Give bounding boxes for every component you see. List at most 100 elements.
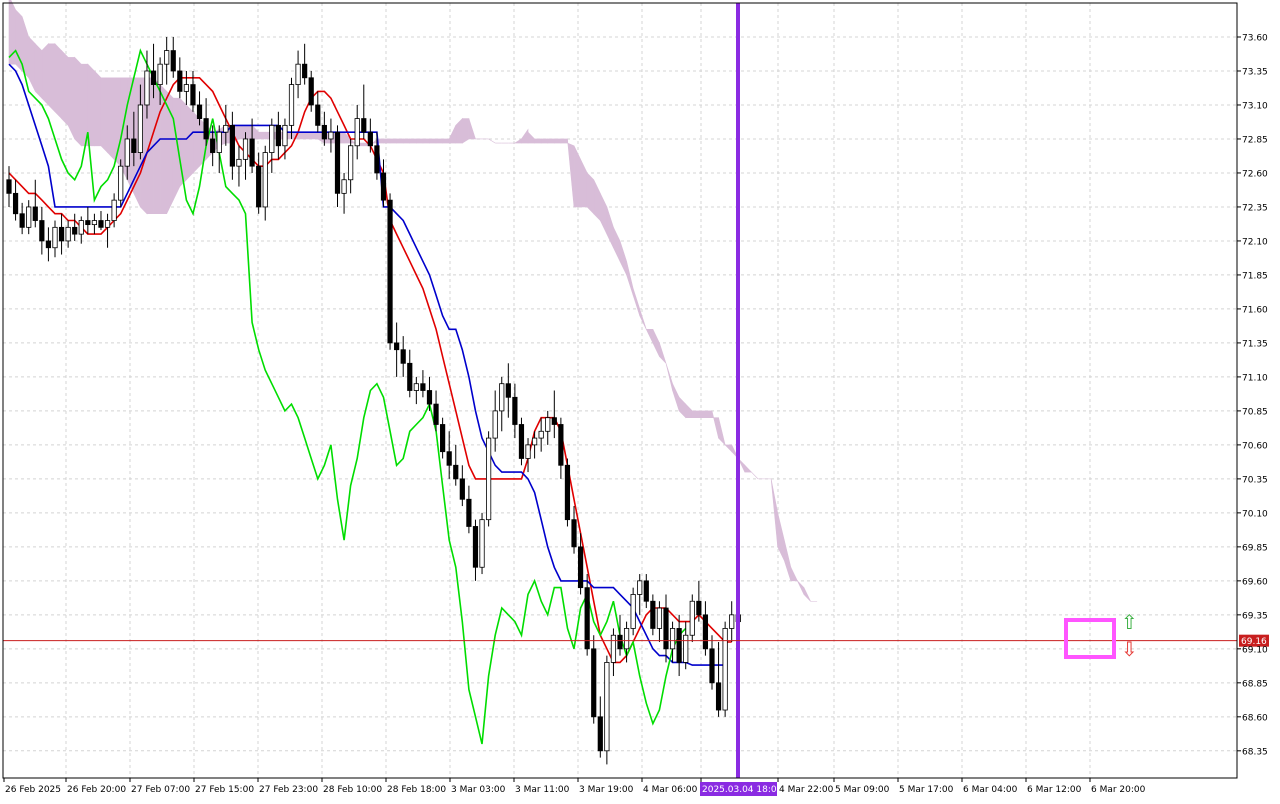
indicator-lines (8, 48, 732, 745)
candle-body (663, 607, 669, 650)
candle-body (643, 580, 649, 602)
candle-body (203, 118, 209, 140)
candle-body (407, 362, 413, 391)
cloud-segment (251, 124, 259, 140)
y-tick-label: 73.10 (1242, 101, 1268, 111)
candle-body (676, 628, 682, 663)
cloud-segment (402, 138, 411, 144)
candle-body (321, 124, 327, 140)
x-tick-label: 26 Feb 2025 (5, 785, 61, 795)
candle-body (387, 199, 393, 344)
cloud-segment (87, 63, 95, 147)
candle-body (150, 70, 157, 85)
y-tick-label: 68.85 (1242, 679, 1268, 689)
y-tick-label: 72.10 (1242, 237, 1268, 247)
x-tick-label: 4 Mar 22:00 (779, 785, 834, 795)
candle-body (696, 600, 702, 616)
candle-body (380, 172, 387, 201)
cloud-segment-future (645, 329, 654, 344)
cloud-segment-future (613, 227, 621, 262)
cloud-segment-future (534, 138, 542, 144)
candle-body (637, 580, 643, 595)
candle-body (702, 614, 709, 650)
candle-body (104, 220, 111, 228)
candle-body (623, 628, 630, 650)
cloud-segment (462, 118, 470, 144)
candle-body (472, 526, 479, 568)
cloud-segment (166, 90, 174, 214)
candle-body (420, 383, 426, 391)
chart-svg[interactable]: 69.16⇧⇩ 73.6073.3573.1072.8572.6072.3572… (0, 0, 1280, 800)
cloud-segment (304, 131, 312, 140)
cloud-segment (107, 77, 115, 161)
candle-body (486, 437, 492, 521)
candle-body (630, 594, 636, 629)
cloud-segment-future (580, 159, 588, 208)
candle-body (512, 396, 518, 425)
candle-body (282, 124, 288, 147)
y-tick-label: 71.85 (1242, 271, 1268, 281)
price-chart[interactable]: 69.16 ⇧ ⇩ 73.60 73.35 73.10 72.85 72.60 72.35 72… (0, 0, 1280, 800)
candle-body (518, 424, 525, 459)
candle-body (210, 138, 216, 153)
candle-body (242, 138, 249, 160)
candle-body (65, 226, 71, 242)
x-tick-label: 27 Feb 07:00 (131, 785, 190, 795)
candle-body (302, 63, 308, 79)
cloud-segment-future (797, 580, 805, 595)
y-tick-label: 72.60 (1242, 169, 1268, 179)
candle-body (367, 131, 373, 147)
y-tick-label: 68.35 (1242, 747, 1268, 757)
candle-body (6, 179, 12, 194)
candle-body (183, 84, 189, 92)
candle-body (453, 464, 459, 480)
cloud-segment (468, 118, 476, 140)
cloud-segment (442, 138, 450, 144)
cloud-segment-future (599, 193, 608, 235)
candle-body (269, 124, 275, 153)
cloud-segment (310, 131, 319, 140)
x-tick-label: 2025.03.04 18:00 (702, 785, 783, 795)
x-tick-label: 3 Mar 19:00 (579, 785, 634, 795)
y-tick-label: 69.85 (1242, 543, 1268, 553)
candle-body (564, 464, 571, 521)
x-tick-label: 28 Feb 10:00 (323, 785, 382, 795)
cloud-segment-future (547, 138, 555, 144)
candle-body (348, 145, 354, 181)
candle-body (604, 662, 610, 752)
candle-body (669, 628, 676, 650)
candle-body (709, 648, 715, 684)
candle-body (19, 213, 25, 228)
candle-body (78, 220, 84, 235)
cloud-segment-future (652, 329, 660, 357)
cloud-segment (186, 104, 194, 181)
candle-body (216, 131, 222, 153)
cloud-segment (41, 43, 49, 106)
arrow-up-icon: ⇧ (1121, 610, 1138, 634)
candle-body (144, 70, 150, 106)
cloud-segment-future (783, 539, 792, 581)
candle-body (190, 84, 196, 106)
cloud-segment-future (711, 410, 719, 439)
y-tick-label: 70.60 (1242, 441, 1268, 451)
candle-body (545, 417, 551, 432)
cloud-segment (179, 97, 187, 188)
candle-body (334, 131, 341, 194)
candle-body (374, 145, 380, 174)
candle-body (262, 152, 268, 208)
candle-body (433, 403, 439, 425)
cloud-segment (396, 138, 404, 144)
cloud-segment (192, 111, 200, 174)
candle-body (354, 118, 360, 147)
cloud-segment-future (790, 567, 798, 582)
candle-body (715, 682, 722, 711)
candle-body (499, 383, 505, 412)
x-tick-label: 3 Mar 03:00 (451, 785, 506, 795)
candle-body (650, 600, 656, 629)
candle-body (558, 424, 564, 466)
cloud-segment (94, 70, 102, 147)
y-tick-label: 69.60 (1242, 577, 1268, 587)
cloud-segment-future (777, 512, 785, 561)
y-tick-label: 69.35 (1242, 611, 1268, 621)
cloud-segment (409, 138, 417, 144)
